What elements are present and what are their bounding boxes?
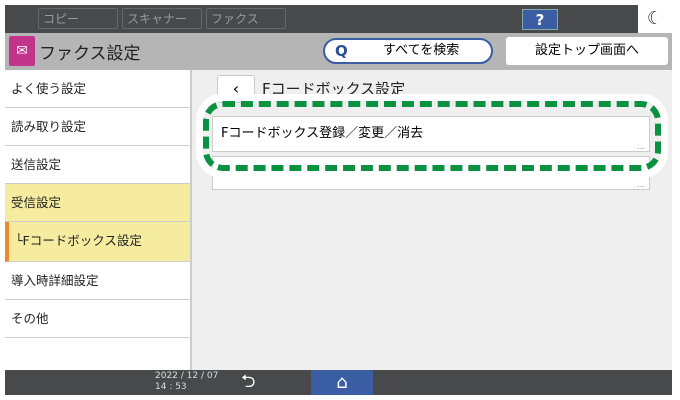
- date: 2022 / 12 / 07: [155, 371, 219, 381]
- sidebar-item-scan[interactable]: 読み取り設定: [5, 108, 190, 146]
- sidebar-item-install[interactable]: 導入時詳細設定: [5, 262, 190, 300]
- sidebar-item-frequent[interactable]: よく使う設定: [5, 70, 190, 108]
- time: 14 : 53: [155, 382, 187, 392]
- sidebar-item-receive[interactable]: 受信設定: [5, 184, 190, 222]
- energy-saver-icon[interactable]: ☾: [638, 5, 672, 33]
- bottom-bar: 2022 / 12 / 07 14 : 53 ⮌ ⌂: [5, 370, 672, 395]
- sidebar-item-other[interactable]: その他: [5, 300, 190, 338]
- tab-fax[interactable]: ファクス: [206, 8, 286, 29]
- sidebar: よく使う設定 読み取り設定 送信設定 受信設定 └Fコードボックス設定 導入時詳…: [5, 70, 192, 370]
- home-button[interactable]: ⌂: [311, 370, 373, 395]
- back-arrow-icon[interactable]: ⮌: [241, 370, 255, 394]
- datetime: 2022 / 12 / 07 14 : 53: [155, 371, 218, 393]
- search-all-button[interactable]: Q すべてを検索: [323, 38, 493, 64]
- highlight-dashed-frame: [203, 101, 661, 171]
- help-button[interactable]: ?: [522, 9, 558, 30]
- tab-scanner[interactable]: スキャナー: [122, 8, 202, 29]
- fax-app-icon: ✉: [9, 36, 35, 66]
- page-title: ファクス設定: [39, 44, 141, 64]
- tab-copy[interactable]: コピー: [38, 8, 118, 29]
- sidebar-item-send[interactable]: 送信設定: [5, 146, 190, 184]
- header: ✉ ファクス設定 Q すべてを検索 設定トップ画面へ: [5, 33, 672, 70]
- settings-top-button[interactable]: 設定トップ画面へ: [506, 37, 668, 65]
- search-icon: Q: [335, 42, 348, 60]
- search-label: すべてを検索: [383, 43, 460, 58]
- sidebar-item-fcode-box[interactable]: └Fコードボックス設定: [5, 222, 190, 262]
- top-bar: コピー スキャナー ファクス ? ☾: [5, 5, 672, 33]
- more-icon: ...: [637, 180, 645, 189]
